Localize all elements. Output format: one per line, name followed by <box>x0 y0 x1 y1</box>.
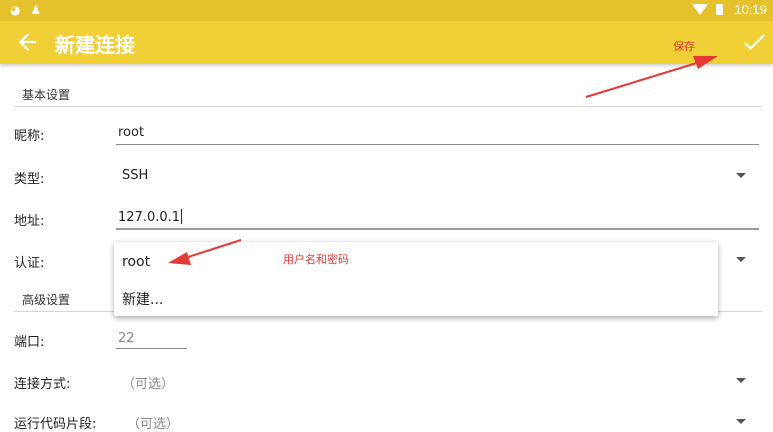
auth-dropdown-arrow[interactable] <box>736 257 746 262</box>
nickname-label: 昵称: <box>14 129 45 144</box>
save-annotation: 保存 <box>673 40 695 53</box>
port-underline <box>116 348 187 349</box>
status-right: 10:19 <box>692 2 767 17</box>
status-bar: ◕ ♟ 10:19 <box>0 0 773 21</box>
section-advanced-settings: 高级设置 <box>22 293 71 307</box>
auth-annotation: 用户名和密码 <box>283 253 349 266</box>
type-select[interactable]: SSH <box>122 168 148 183</box>
page-title: 新建连接 <box>55 33 135 57</box>
run-snippet-dropdown-arrow[interactable] <box>736 419 746 424</box>
nickname-underline <box>116 144 759 145</box>
port-label: 端口: <box>14 335 45 350</box>
auth-option-root[interactable]: root <box>122 254 150 270</box>
app-toolbar: 新建连接 保存 <box>0 21 773 64</box>
run-snippet-label: 运行代码片段: <box>14 417 97 432</box>
address-value: 127.0.0.1 <box>118 210 181 225</box>
connect-method-select[interactable]: （可选） <box>122 373 174 392</box>
address-label: 地址: <box>14 214 45 229</box>
port-field[interactable]: 22 <box>118 331 135 346</box>
section-divider <box>14 106 762 107</box>
text-cursor <box>181 209 183 224</box>
auth-dropdown-popup: root 新建... <box>114 242 718 316</box>
connect-method-label: 连接方式: <box>14 377 71 392</box>
qq-notification-icon: ♟ <box>30 3 42 17</box>
status-left-icons: ◕ ♟ <box>10 3 47 17</box>
annotation-arrows <box>168 56 718 265</box>
section-basic-settings: 基本设置 <box>22 88 71 102</box>
auth-label: 认证: <box>14 256 45 271</box>
address-field[interactable]: 127.0.0.1 <box>118 209 183 225</box>
status-time: 10:19 <box>734 2 767 17</box>
type-label: 类型: <box>14 172 45 187</box>
run-snippet-select[interactable]: （可选） <box>127 413 179 432</box>
address-underline <box>116 228 759 230</box>
connect-method-dropdown-arrow[interactable] <box>736 378 746 383</box>
check-icon[interactable] <box>740 28 768 56</box>
app-notification-icon: ◕ <box>10 3 21 17</box>
arrow-left-icon[interactable] <box>14 28 42 56</box>
wifi-icon <box>692 4 709 15</box>
auth-option-new[interactable]: 新建... <box>122 289 163 309</box>
type-dropdown-arrow[interactable] <box>736 173 746 178</box>
battery-icon <box>715 4 723 15</box>
nickname-field[interactable]: root <box>118 125 144 140</box>
